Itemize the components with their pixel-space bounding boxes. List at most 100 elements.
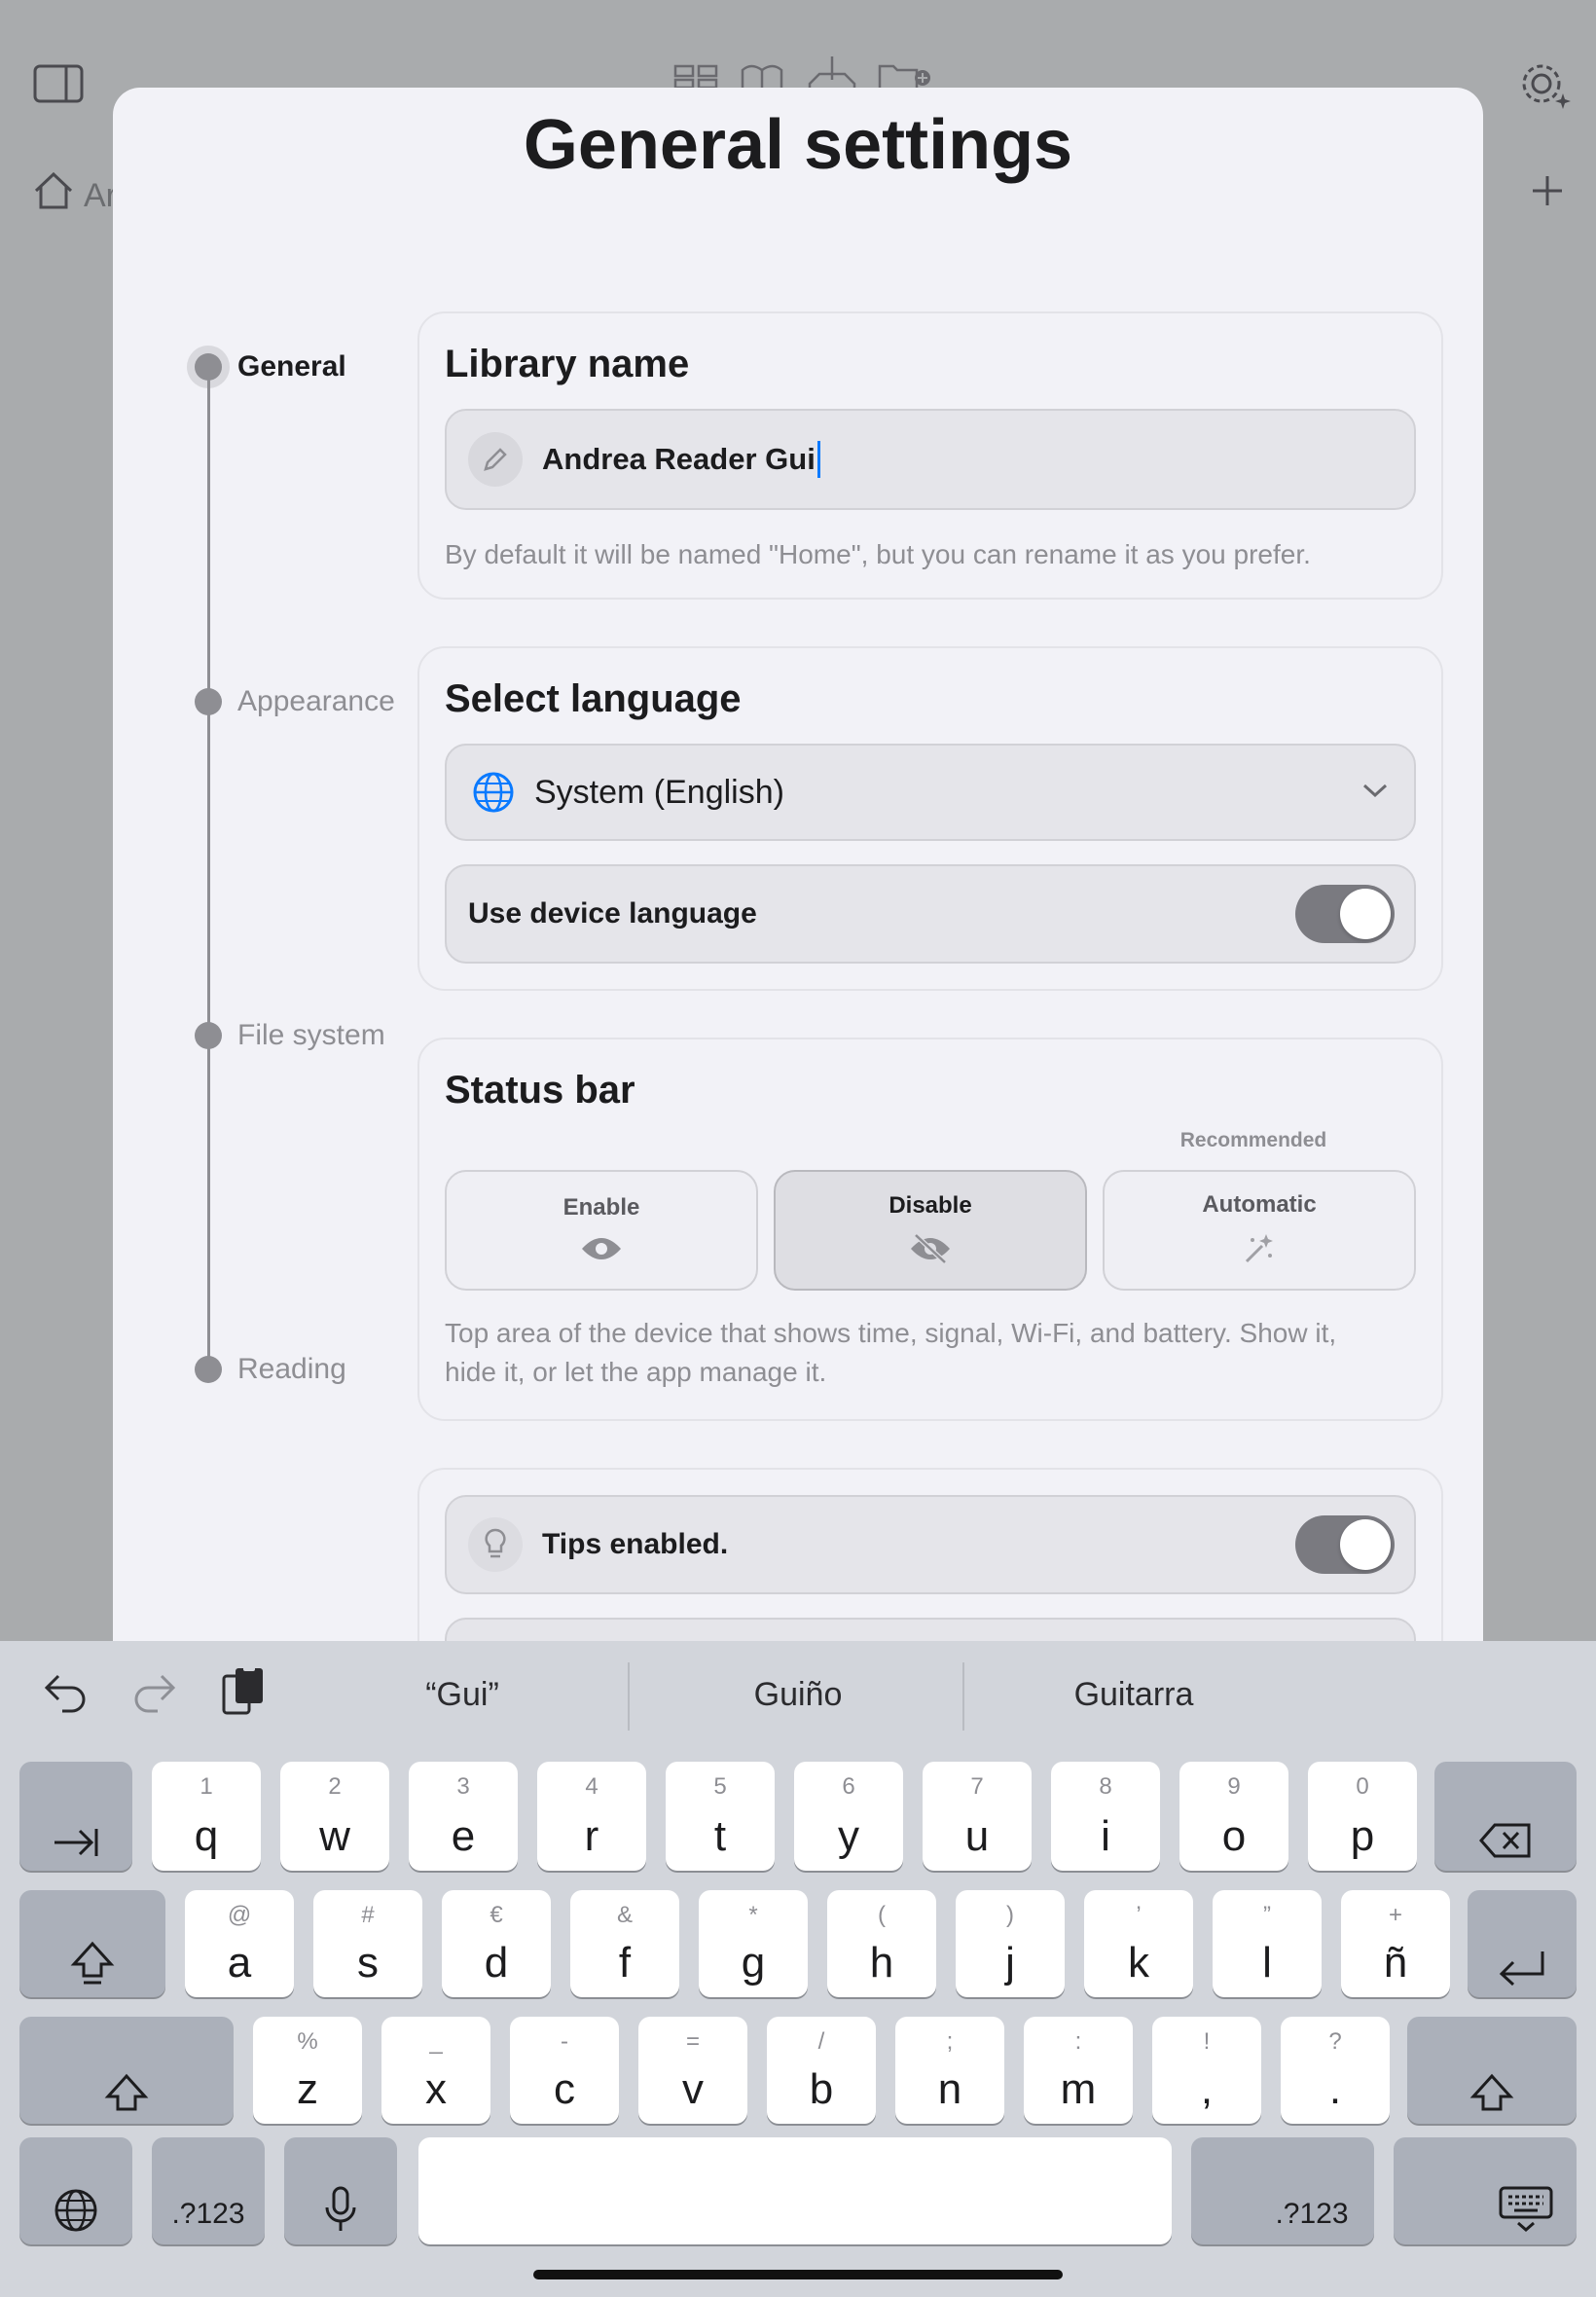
hide-keyboard-key[interactable]	[1394, 2137, 1577, 2244]
dictation-key[interactable]	[284, 2137, 397, 2244]
key-char: x	[425, 2065, 447, 2113]
home-icon[interactable]	[33, 171, 74, 210]
step-label: Reading	[237, 1353, 346, 1385]
key-alt-char: ”	[1263, 1902, 1271, 1928]
letter-key[interactable]: + ñ	[1341, 1890, 1450, 1997]
letter-key[interactable]: 7u	[923, 1762, 1032, 1871]
delete-key[interactable]	[1434, 1762, 1577, 1871]
key-alt-char: 4	[585, 1773, 598, 1800]
key-alt-char: 5	[713, 1773, 727, 1800]
text-caret	[816, 441, 820, 478]
language-dropdown[interactable]: System (English)	[445, 744, 1416, 841]
clipboard-paste-icon[interactable]	[220, 1664, 267, 1722]
numbers-key-left[interactable]: .?123	[152, 2137, 265, 2244]
library-name-title: Library name	[445, 343, 690, 385]
key-alt-char: *	[748, 1902, 758, 1928]
letter-key[interactable]: (h	[827, 1890, 936, 1997]
key-alt-char: +	[1388, 1902, 1402, 1928]
add-icon[interactable]	[1530, 173, 1565, 208]
suggestion-divider	[628, 1662, 630, 1731]
letter-key[interactable]: @ a	[185, 1890, 294, 1997]
numbers-key-right[interactable]: .?123	[1191, 2137, 1374, 2244]
status-bar-disable-option[interactable]: Disable	[774, 1170, 1087, 1291]
letter-key[interactable]: & f	[570, 1890, 679, 1997]
general-settings-sheet: General settings General Appearance File…	[113, 88, 1483, 1742]
suggestion-3[interactable]: Guitarra	[983, 1641, 1285, 1748]
library-name-field[interactable]: Andrea Reader Gui	[445, 409, 1416, 510]
redo-icon[interactable]	[130, 1670, 177, 1718]
letter-key[interactable]: ) j	[956, 1890, 1065, 1997]
key-alt-char: %	[297, 2028, 318, 2055]
letter-key[interactable]: ?.	[1281, 2017, 1390, 2124]
letter-key[interactable]: ; n	[895, 2017, 1004, 2124]
recommended-label: Recommended	[1179, 1129, 1327, 1151]
key-char: z	[297, 2065, 318, 2113]
home-indicator[interactable]	[533, 2270, 1063, 2279]
key-char: y	[838, 1812, 859, 1860]
letter-key[interactable]: 6y	[794, 1762, 903, 1871]
step-general[interactable]: General	[195, 350, 346, 383]
grid-view-icon[interactable]	[673, 64, 718, 90]
letter-key[interactable]: _ x	[381, 2017, 490, 2124]
step-dot	[195, 1022, 222, 1049]
settings-gear-icon[interactable]	[1518, 60, 1571, 109]
key-alt-char: 7	[970, 1773, 984, 1800]
letter-key[interactable]: -c	[510, 2017, 619, 2124]
key-char: ñ	[1383, 1939, 1408, 1987]
select-language-title: Select language	[445, 677, 742, 720]
key-char: v	[682, 2065, 704, 2113]
letter-key[interactable]: ” l	[1213, 1890, 1322, 1997]
undo-icon[interactable]	[43, 1670, 90, 1718]
status-bar-automatic-option[interactable]: Automatic	[1103, 1170, 1416, 1291]
letter-key[interactable]: = v	[638, 2017, 747, 2124]
key-char: a	[227, 1939, 252, 1987]
globe-icon	[19, 2188, 132, 2233]
toggle-knob	[1340, 889, 1391, 939]
key-alt-char: ?	[1328, 2028, 1342, 2055]
letter-key[interactable]: ’ k	[1084, 1890, 1193, 1997]
letter-key[interactable]: # s	[313, 1890, 422, 1997]
globe-key[interactable]	[19, 2137, 132, 2244]
space-key[interactable]	[418, 2137, 1172, 2244]
use-device-language-label: Use device language	[468, 897, 757, 930]
sheet-title: General settings	[523, 106, 1073, 184]
key-char: j	[1005, 1939, 1015, 1987]
status-bar-enable-option[interactable]: Enable	[445, 1170, 758, 1291]
letter-key[interactable]: :m	[1024, 2017, 1133, 2124]
library-name-input[interactable]: Andrea Reader Gui	[542, 441, 820, 478]
key-char: f	[618, 1939, 632, 1987]
sidebar-toggle-icon[interactable]	[33, 64, 84, 103]
tips-enabled-toggle[interactable]	[1295, 1515, 1395, 1574]
letter-key[interactable]: / b	[767, 2017, 876, 2124]
letter-key[interactable]: 3e	[409, 1762, 518, 1871]
return-key[interactable]	[1468, 1890, 1577, 1997]
letter-key[interactable]: € d	[442, 1890, 551, 1997]
eye-slash-icon	[908, 1232, 953, 1269]
letter-key[interactable]: 9o	[1179, 1762, 1288, 1871]
letter-key[interactable]: 8i	[1051, 1762, 1160, 1871]
letter-key[interactable]: % z	[253, 2017, 362, 2124]
shift-key-right[interactable]	[1407, 2017, 1577, 2124]
step-reading[interactable]: Reading	[195, 1353, 346, 1386]
key-char: .	[1328, 2065, 1342, 2113]
letter-key[interactable]: 2w	[280, 1762, 389, 1871]
letter-key[interactable]: !,	[1152, 2017, 1261, 2124]
shift-key-left[interactable]	[19, 2017, 234, 2124]
step-file-system[interactable]: File system	[195, 1019, 385, 1052]
letter-key[interactable]: 0p	[1308, 1762, 1417, 1871]
letter-key[interactable]: * g	[699, 1890, 808, 1997]
step-appearance[interactable]: Appearance	[195, 685, 395, 718]
tab-key[interactable]	[19, 1762, 132, 1871]
letter-key[interactable]: 1q	[152, 1762, 261, 1871]
key-char: p	[1350, 1812, 1375, 1860]
key-char: u	[964, 1812, 990, 1860]
return-icon	[1468, 1949, 1577, 1986]
letter-key[interactable]: 5t	[666, 1762, 775, 1871]
suggestion-2[interactable]: Guiño	[647, 1641, 949, 1748]
library-name-card: Library name Andrea Reader Gui By defaul…	[417, 311, 1443, 600]
caps-lock-key[interactable]	[19, 1890, 165, 1997]
suggestion-1[interactable]: “Gui”	[311, 1641, 613, 1748]
key-char: w	[319, 1812, 350, 1860]
use-device-language-toggle[interactable]	[1295, 885, 1395, 943]
letter-key[interactable]: 4r	[537, 1762, 646, 1871]
